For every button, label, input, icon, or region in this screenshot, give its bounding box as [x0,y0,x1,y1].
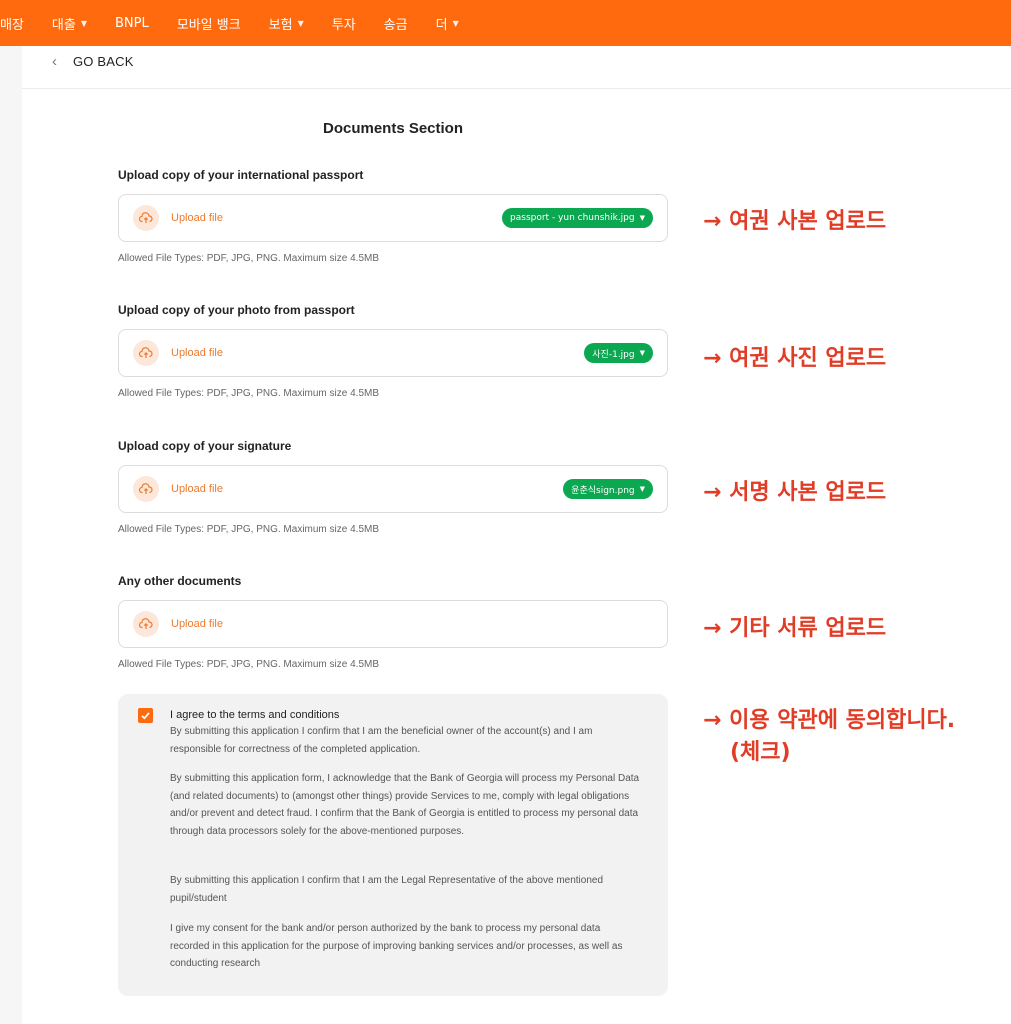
chevron-down-icon: ▼ [639,485,645,493]
checkmark-icon [141,712,150,720]
uploaded-file-chip[interactable]: 사진-1.jpg ▼ [584,343,653,363]
chevron-down-icon: ▼ [80,18,87,28]
section-title: Documents Section [322,120,464,137]
photo-upload-field[interactable]: Upload file 사진-1.jpg ▼ [118,329,668,377]
chevron-down-icon: ▼ [639,214,645,222]
upload-cloud-icon [133,340,159,366]
upload-file-link[interactable]: Upload file [171,347,223,359]
annotation-terms: → 이용 약관에 동의합니다. [703,708,956,733]
uploaded-file-chip[interactable]: passport - yun chunshik.jpg ▼ [502,208,653,228]
signature-upload-label: Upload copy of your signature [118,439,292,453]
annotation-passport: → 여권 사본 업로드 [703,209,887,234]
nav-item-transfer[interactable]: 송금 [384,14,408,33]
nav-item-store[interactable]: 매장 [0,14,24,33]
upload-file-link[interactable]: Upload file [171,212,223,224]
annotation-other-docs: → 기타 서류 업로드 [703,616,887,641]
allowed-types-help: Allowed File Types: PDF, JPG, PNG. Maxim… [118,659,380,670]
nav-item-more[interactable]: 더 ▼ [436,14,459,33]
nav-item-insurance[interactable]: 보험 ▼ [269,14,304,33]
photo-upload-label: Upload copy of your photo from passport [118,303,355,317]
annotation-photo: → 여권 사진 업로드 [703,346,887,371]
nav-item-investment[interactable]: 투자 [332,14,356,33]
go-back-label: GO BACK [73,54,134,69]
allowed-types-help: Allowed File Types: PDF, JPG, PNG. Maxim… [118,253,380,264]
chevron-down-icon: ▼ [452,18,459,28]
annotation-signature: → 서명 사본 업로드 [703,480,887,505]
upload-cloud-icon [133,205,159,231]
divider [22,88,1011,89]
signature-upload-field[interactable]: Upload file 윤춘식sign.png ▼ [118,465,668,513]
terms-paragraph: By submitting this application I confirm… [170,875,604,904]
uploaded-file-chip[interactable]: 윤춘식sign.png ▼ [563,479,653,499]
terms-paragraph: I give my consent for the bank and/or pe… [170,923,623,969]
terms-paragraph: By submitting this application I confirm… [170,726,593,755]
nav-item-bnpl[interactable]: BNPL [115,16,149,31]
annotation-terms-check: (체크) [730,740,791,765]
terms-title: I agree to the terms and conditions [170,709,340,721]
upload-file-link[interactable]: Upload file [171,483,223,495]
chevron-down-icon: ▼ [297,18,304,28]
chevron-down-icon: ▼ [639,349,645,357]
go-back-button[interactable]: ‹ GO BACK [52,53,134,70]
allowed-types-help: Allowed File Types: PDF, JPG, PNG. Maxim… [118,388,380,399]
terms-box: I agree to the terms and conditions By s… [118,694,668,996]
upload-file-link[interactable]: Upload file [171,618,223,630]
nav-item-mobile-bank[interactable]: 모바일 뱅크 [177,14,241,33]
allowed-types-help: Allowed File Types: PDF, JPG, PNG. Maxim… [118,524,380,535]
upload-cloud-icon [133,611,159,637]
passport-upload-field[interactable]: Upload file passport - yun chunshik.jpg ▼ [118,194,668,242]
top-navigation: 매장 대출 ▼ BNPL 모바일 뱅크 보험 ▼ 투자 송금 더 ▼ [0,0,1011,46]
terms-checkbox[interactable] [138,708,153,723]
terms-paragraph: By submitting this application form, I a… [170,773,640,837]
passport-upload-label: Upload copy of your international passpo… [118,168,364,182]
chevron-left-icon: ‹ [52,53,57,70]
upload-cloud-icon [133,476,159,502]
nav-item-loans[interactable]: 대출 ▼ [52,14,87,33]
other-docs-upload-field[interactable]: Upload file [118,600,668,648]
other-docs-upload-label: Any other documents [118,574,242,588]
